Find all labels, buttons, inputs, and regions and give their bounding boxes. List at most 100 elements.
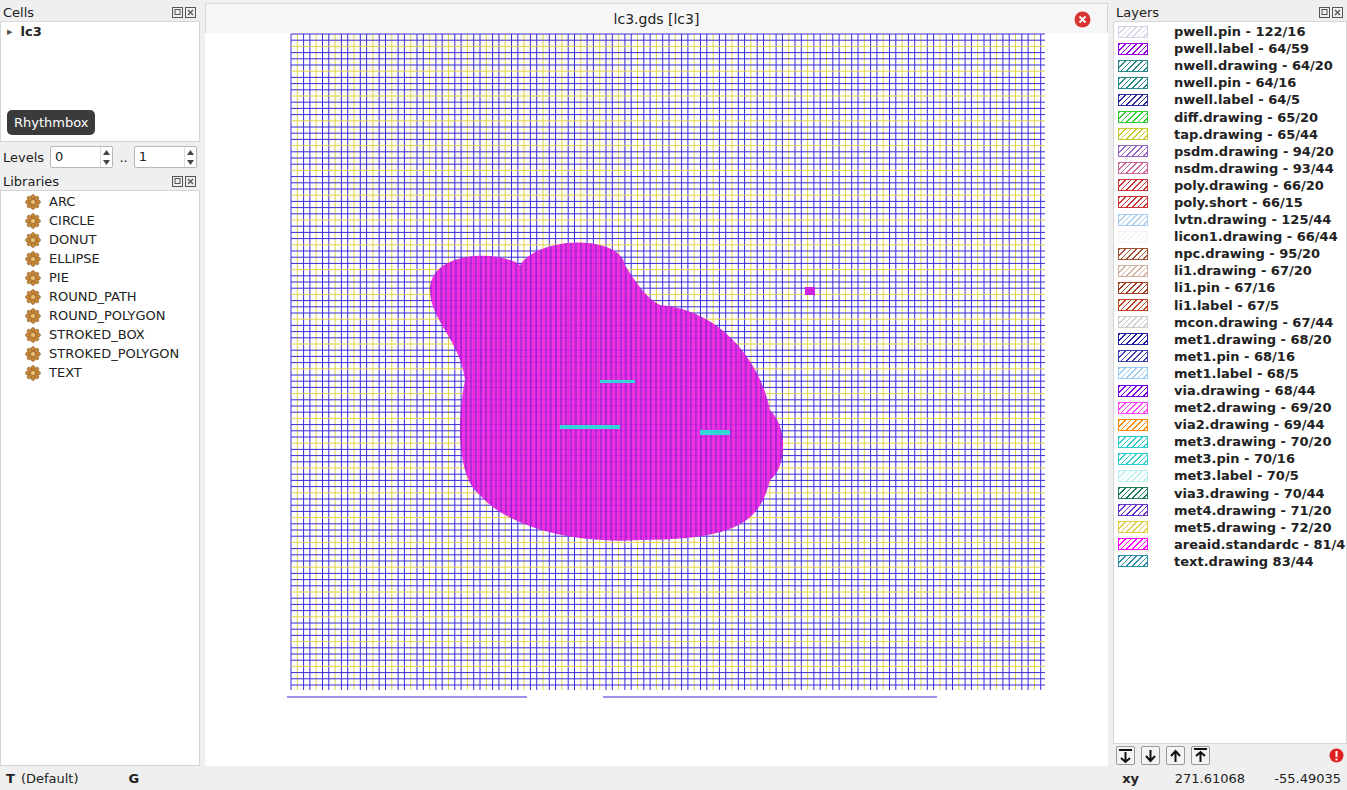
- close-icon[interactable]: [185, 7, 196, 18]
- up-arrow-icon[interactable]: [103, 150, 110, 155]
- app-window: Cells▸lc3RhythmboxLevels0..1LibrariesARC…: [0, 0, 1347, 790]
- layer-row[interactable]: diff.drawing - 65/20: [1114, 108, 1346, 125]
- layer-row[interactable]: npc.drawing - 95/20: [1114, 245, 1346, 262]
- status-bar: T(Default)Gxy271.61068-55.49035: [0, 766, 1347, 790]
- layer-row[interactable]: lvtn.drawing - 125/44: [1114, 211, 1346, 228]
- layout-canvas[interactable]: [205, 33, 1108, 766]
- layer-row[interactable]: poly.short - 66/15: [1114, 194, 1346, 211]
- layer-swatch: [1118, 282, 1148, 294]
- layer-row[interactable]: via3.drawing - 70/44: [1114, 485, 1346, 502]
- layer-row[interactable]: li1.pin - 67/16: [1114, 279, 1346, 296]
- arrow-icon: [1142, 747, 1159, 764]
- layer-swatch: [1118, 436, 1148, 448]
- layer-row[interactable]: via2.drawing - 69/44: [1114, 416, 1346, 433]
- layer-row[interactable]: poly.drawing - 66/20: [1114, 177, 1346, 194]
- layer-row[interactable]: nwell.pin - 64/16: [1114, 74, 1346, 91]
- layer-row[interactable]: met3.pin - 70/16: [1114, 450, 1346, 467]
- layer-row[interactable]: text.drawing 83/44: [1114, 553, 1346, 570]
- layer-row[interactable]: nsdm.drawing - 93/44: [1114, 160, 1346, 177]
- layer-swatch: [1118, 60, 1148, 72]
- close-icon[interactable]: [1332, 7, 1343, 18]
- up-arrow-icon[interactable]: [187, 150, 194, 155]
- layout-area: lc3.gds [lc3]: [205, 3, 1108, 766]
- library-cell-icon: [25, 346, 41, 362]
- view-tab[interactable]: lc3.gds [lc3]: [205, 3, 1108, 33]
- layer-row[interactable]: tap.drawing - 65/44: [1114, 126, 1346, 143]
- down-arrow-icon[interactable]: [103, 160, 110, 165]
- cells-title: Cells: [0, 3, 200, 21]
- layer-move-button[interactable]: [1191, 746, 1210, 765]
- library-item[interactable]: ROUND_POLYGON: [1, 306, 199, 325]
- library-item[interactable]: TEXT: [1, 363, 199, 382]
- layer-row[interactable]: met1.label - 68/5: [1114, 365, 1346, 382]
- library-item[interactable]: DONUT: [1, 230, 199, 249]
- layer-row[interactable]: mcon.drawing - 67/44: [1114, 314, 1346, 331]
- levels-from[interactable]: 0: [50, 146, 113, 168]
- library-item[interactable]: ARC: [1, 192, 199, 211]
- library-item[interactable]: STROKED_POLYGON: [1, 344, 199, 363]
- library-item[interactable]: CIRCLE: [1, 211, 199, 230]
- library-item[interactable]: PIE: [1, 268, 199, 287]
- layer-move-button[interactable]: [1141, 746, 1160, 765]
- layer-row[interactable]: li1.drawing - 67/20: [1114, 262, 1346, 279]
- layer-move-button[interactable]: [1166, 746, 1185, 765]
- levels-to[interactable]: 1: [134, 146, 197, 168]
- layer-swatch: [1118, 538, 1148, 550]
- layer-move-button[interactable]: [1116, 746, 1135, 765]
- layers-panel: pwell.pin - 122/16pwell.label - 64/59nwe…: [1113, 21, 1347, 744]
- layers-title: Layers: [1113, 3, 1347, 21]
- down-arrow-icon[interactable]: [187, 160, 194, 165]
- layer-swatch: [1118, 316, 1148, 328]
- layer-row[interactable]: nwell.label - 64/5: [1114, 91, 1346, 108]
- layer-swatch: [1118, 487, 1148, 499]
- layer-swatch: [1118, 196, 1148, 208]
- layer-row[interactable]: met5.drawing - 72/20: [1114, 519, 1346, 536]
- cell-item[interactable]: ▸lc3: [1, 22, 199, 41]
- layer-swatch: [1118, 470, 1148, 482]
- layer-row[interactable]: nwell.drawing - 64/20: [1114, 57, 1346, 74]
- library-item[interactable]: ELLIPSE: [1, 249, 199, 268]
- layer-row[interactable]: met4.drawing - 71/20: [1114, 502, 1346, 519]
- layer-swatch: [1118, 265, 1148, 277]
- layer-swatch: [1118, 94, 1148, 106]
- layer-row[interactable]: met1.pin - 68/16: [1114, 348, 1346, 365]
- layer-swatch: [1118, 162, 1148, 174]
- expand-arrow[interactable]: ▸: [7, 25, 13, 38]
- library-cell-icon: [25, 289, 41, 305]
- float-icon[interactable]: [1319, 7, 1330, 18]
- layer-row[interactable]: met2.drawing - 69/20: [1114, 399, 1346, 416]
- layer-row[interactable]: pwell.label - 64/59: [1114, 40, 1346, 57]
- layer-row[interactable]: areaid.standardc - 81/4: [1114, 536, 1346, 553]
- layer-row[interactable]: licon1.drawing - 66/44: [1114, 228, 1346, 245]
- dock-buttons: [172, 176, 196, 187]
- layer-row[interactable]: via.drawing - 68/44: [1114, 382, 1346, 399]
- libraries-panel: ARCCIRCLEDONUTELLIPSEPIEROUND_PATHROUND_…: [0, 190, 200, 766]
- close-view-icon[interactable]: [1074, 11, 1091, 28]
- layer-row[interactable]: pwell.pin - 122/16: [1114, 23, 1346, 40]
- library-item[interactable]: ROUND_PATH: [1, 287, 199, 306]
- dock-buttons: [172, 7, 196, 18]
- layer-swatch: [1118, 350, 1148, 362]
- warning-icon[interactable]: [1329, 748, 1344, 763]
- levels-row: Levels0..1: [0, 142, 200, 172]
- library-item[interactable]: STROKED_BOX: [1, 325, 199, 344]
- arrow-icon: [1192, 747, 1209, 764]
- layer-row[interactable]: met1.drawing - 68/20: [1114, 331, 1346, 348]
- float-icon[interactable]: [172, 7, 183, 18]
- layout-view[interactable]: [205, 33, 1108, 766]
- layer-swatch: [1118, 333, 1148, 345]
- layer-swatch: [1118, 402, 1148, 414]
- close-icon[interactable]: [185, 176, 196, 187]
- float-icon[interactable]: [172, 176, 183, 187]
- layer-swatch: [1118, 77, 1148, 89]
- right-dock: Layerspwell.pin - 122/16pwell.label - 64…: [1113, 3, 1347, 766]
- layer-swatch: [1118, 231, 1148, 243]
- layer-row[interactable]: met3.drawing - 70/20: [1114, 433, 1346, 450]
- layer-swatch: [1118, 128, 1148, 140]
- layer-swatch: [1118, 367, 1148, 379]
- layer-row[interactable]: met3.label - 70/5: [1114, 467, 1346, 484]
- layer-row[interactable]: li1.label - 67/5: [1114, 297, 1346, 314]
- layer-swatch: [1118, 555, 1148, 567]
- layer-row[interactable]: psdm.drawing - 94/20: [1114, 143, 1346, 160]
- library-cell-icon: [25, 194, 41, 210]
